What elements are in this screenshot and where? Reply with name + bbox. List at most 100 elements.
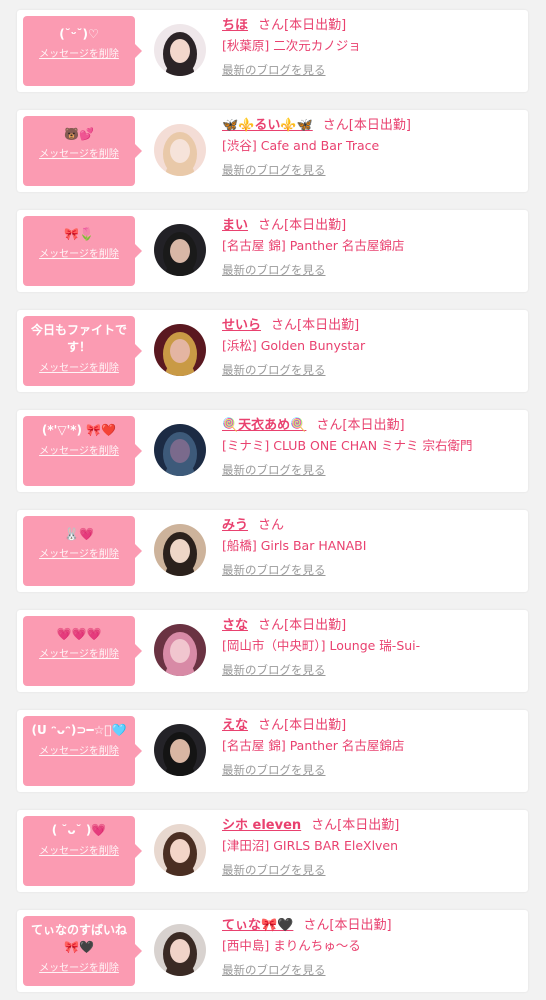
cast-name-link[interactable]: てぃな🎀🖤 (222, 918, 293, 933)
cast-status: さん[本日出勤] (311, 818, 400, 833)
avatar[interactable] (154, 24, 206, 76)
delete-message-link[interactable]: メッセージを削除 (27, 359, 131, 374)
cast-info: てぃな🎀🖤 さん[本日出勤] [西中島] まりんちゅ〜る 最新のブログを見る (222, 916, 522, 980)
delete-message-link[interactable]: メッセージを削除 (27, 442, 131, 457)
message-text: 🐰💗 (64, 527, 94, 541)
name-row: 🦋⚜️るい⚜️🦋 さん[本日出勤] (222, 116, 522, 136)
latest-blog-link[interactable]: 最新のブログを見る (222, 460, 326, 480)
avatar[interactable] (154, 824, 206, 876)
latest-blog-link[interactable]: 最新のブログを見る (222, 960, 326, 980)
message-card: (*'▽'*) 🎀❤️ メッセージを削除 🍭天衣あめ🍭 さん[本日出勤] [ミナミ] C… (17, 410, 528, 492)
message-bubble: 今日もファイトです！ メッセージを削除 (23, 316, 142, 386)
message-bubble: ( ˘ᴗ˘ )💗 メッセージを削除 (23, 816, 142, 886)
message-card: 今日もファイトです！ メッセージを削除 せいら さん[本日出勤] [浜松] Golden… (17, 310, 528, 392)
avatar[interactable] (154, 624, 206, 676)
delete-message-link[interactable]: メッセージを削除 (27, 45, 131, 60)
message-text: ( ˘ᴗ˘ )💗 (51, 823, 107, 837)
message-bubble: (˘ᵕ˘)♡ メッセージを削除 (23, 16, 142, 86)
avatar[interactable] (154, 424, 206, 476)
name-row: えな さん[本日出勤] (222, 716, 522, 736)
message-bubble: てぃなのすばいね🎀🖤 メッセージを削除 (23, 916, 142, 986)
message-card: 💗💗💗 メッセージを削除 さな さん[本日出勤] [岡山市（中央町）] Lounge 瑞… (17, 610, 528, 692)
message-card: 🎀🌷 メッセージを削除 まい さん[本日出勤] [名古屋 錦] Panther 名古屋錦… (17, 210, 528, 292)
cast-info: 🦋⚜️るい⚜️🦋 さん[本日出勤] [渋谷] Cafe and Bar Trace 最… (222, 116, 522, 180)
shop-name: [名古屋 錦] Panther 名古屋錦店 (222, 238, 405, 253)
message-bubble: 💗💗💗 メッセージを削除 (23, 616, 142, 686)
latest-blog-link[interactable]: 最新のブログを見る (222, 660, 326, 680)
cast-status: さん (258, 518, 285, 533)
message-list: (˘ᵕ˘)♡ メッセージを削除 ちほ さん[本日出勤] [秋葉原] 二次元カノジョ 最新の… (0, 0, 546, 1000)
message-bubble: (U ᵔᴗᵔ)⊃━☆゚🩵 メッセージを削除 (23, 716, 142, 786)
cast-status: さん[本日出勤] (258, 18, 347, 33)
cast-status: さん[本日出勤] (271, 318, 360, 333)
delete-message-link[interactable]: メッセージを削除 (27, 959, 131, 974)
shop-name: [ミナミ] CLUB ONE CHAN ミナミ 宗右衛門 (222, 438, 473, 453)
message-text: 🐻💕 (64, 127, 94, 141)
cast-name-link[interactable]: 🦋⚜️るい⚜️🦋 (222, 118, 313, 133)
message-bubble: 🐰💗 メッセージを削除 (23, 516, 142, 586)
shop-name: [船橋] Girls Bar HANABI (222, 538, 367, 553)
name-row: 🍭天衣あめ🍭 さん[本日出勤] (222, 416, 522, 436)
shop-name: [津田沼] GIRLS BAR EleXlven (222, 838, 399, 853)
cast-info: せいら さん[本日出勤] [浜松] Golden Bunystar 最新のブログを見る (222, 316, 522, 380)
cast-info: さな さん[本日出勤] [岡山市（中央町）] Lounge 瑞-Sui- 最新のブログ… (222, 616, 522, 680)
message-card: ( ˘ᴗ˘ )💗 メッセージを削除 シホ eleven さん[本日出勤] [津田沼] G… (17, 810, 528, 892)
shop-name: [浜松] Golden Bunystar (222, 338, 366, 353)
latest-blog-link[interactable]: 最新のブログを見る (222, 360, 326, 380)
latest-blog-link[interactable]: 最新のブログを見る (222, 160, 326, 180)
delete-message-link[interactable]: メッセージを削除 (27, 145, 131, 160)
cast-name-link[interactable]: さな (222, 618, 248, 633)
name-row: せいら さん[本日出勤] (222, 316, 522, 336)
cast-status: さん[本日出勤] (258, 618, 347, 633)
message-card: 🐰💗 メッセージを削除 みう さん [船橋] Girls Bar HANABI 最新のブロ… (17, 510, 528, 592)
cast-name-link[interactable]: シホ eleven (222, 818, 301, 833)
avatar[interactable] (154, 124, 206, 176)
message-text: 今日もファイトです！ (30, 323, 127, 354)
cast-status: さん[本日出勤] (316, 418, 405, 433)
cast-info: シホ eleven さん[本日出勤] [津田沼] GIRLS BAR EleXlve… (222, 816, 522, 880)
message-bubble: (*'▽'*) 🎀❤️ メッセージを削除 (23, 416, 142, 486)
latest-blog-link[interactable]: 最新のブログを見る (222, 760, 326, 780)
name-row: てぃな🎀🖤 さん[本日出勤] (222, 916, 522, 936)
cast-info: 🍭天衣あめ🍭 さん[本日出勤] [ミナミ] CLUB ONE CHAN ミナミ 宗右… (222, 416, 522, 480)
message-text: てぃなのすばいね🎀🖤 (30, 923, 127, 954)
cast-status: さん[本日出勤] (258, 718, 347, 733)
shop-name: [渋谷] Cafe and Bar Trace (222, 138, 380, 153)
name-row: まい さん[本日出勤] (222, 216, 522, 236)
message-card: (˘ᵕ˘)♡ メッセージを削除 ちほ さん[本日出勤] [秋葉原] 二次元カノジョ最新の… (17, 10, 528, 92)
shop-name: [秋葉原] 二次元カノジョ (222, 38, 361, 53)
latest-blog-link[interactable]: 最新のブログを見る (222, 860, 326, 880)
cast-name-link[interactable]: せいら (222, 318, 261, 333)
cast-name-link[interactable]: みう (222, 518, 248, 533)
name-row: さな さん[本日出勤] (222, 616, 522, 636)
avatar[interactable] (154, 324, 206, 376)
shop-name: [名古屋 錦] Panther 名古屋錦店 (222, 738, 405, 753)
cast-name-link[interactable]: 🍭天衣あめ🍭 (222, 418, 306, 433)
latest-blog-link[interactable]: 最新のブログを見る (222, 560, 326, 580)
avatar[interactable] (154, 224, 206, 276)
message-card: 🐻💕 メッセージを削除 🦋⚜️るい⚜️🦋 さん[本日出勤] [渋谷] Cafe and … (17, 110, 528, 192)
message-text: (*'▽'*) 🎀❤️ (41, 423, 117, 437)
cast-name-link[interactable]: ちほ (222, 18, 248, 33)
message-card: てぃなのすばいね🎀🖤 メッセージを削除 てぃな🎀🖤 さん[本日出勤] [西中島] まりん… (17, 910, 528, 992)
avatar[interactable] (154, 724, 206, 776)
name-row: シホ eleven さん[本日出勤] (222, 816, 522, 836)
avatar[interactable] (154, 924, 206, 976)
cast-name-link[interactable]: まい (222, 218, 248, 233)
delete-message-link[interactable]: メッセージを削除 (27, 545, 131, 560)
delete-message-link[interactable]: メッセージを削除 (27, 645, 131, 660)
message-text: 💗💗💗 (56, 627, 102, 641)
delete-message-link[interactable]: メッセージを削除 (27, 245, 131, 260)
cast-status: さん[本日出勤] (322, 118, 411, 133)
message-text: (˘ᵕ˘)♡ (59, 27, 99, 41)
cast-name-link[interactable]: えな (222, 718, 248, 733)
avatar[interactable] (154, 524, 206, 576)
message-card: (U ᵔᴗᵔ)⊃━☆゚🩵 メッセージを削除 えな さん[本日出勤] [名古屋 錦] Pa… (17, 710, 528, 792)
message-text: 🎀🌷 (64, 227, 94, 241)
latest-blog-link[interactable]: 最新のブログを見る (222, 260, 326, 280)
delete-message-link[interactable]: メッセージを削除 (27, 842, 131, 857)
delete-message-link[interactable]: メッセージを削除 (27, 742, 131, 757)
message-bubble: 🐻💕 メッセージを削除 (23, 116, 142, 186)
cast-status: さん[本日出勤] (258, 218, 347, 233)
latest-blog-link[interactable]: 最新のブログを見る (222, 60, 326, 80)
